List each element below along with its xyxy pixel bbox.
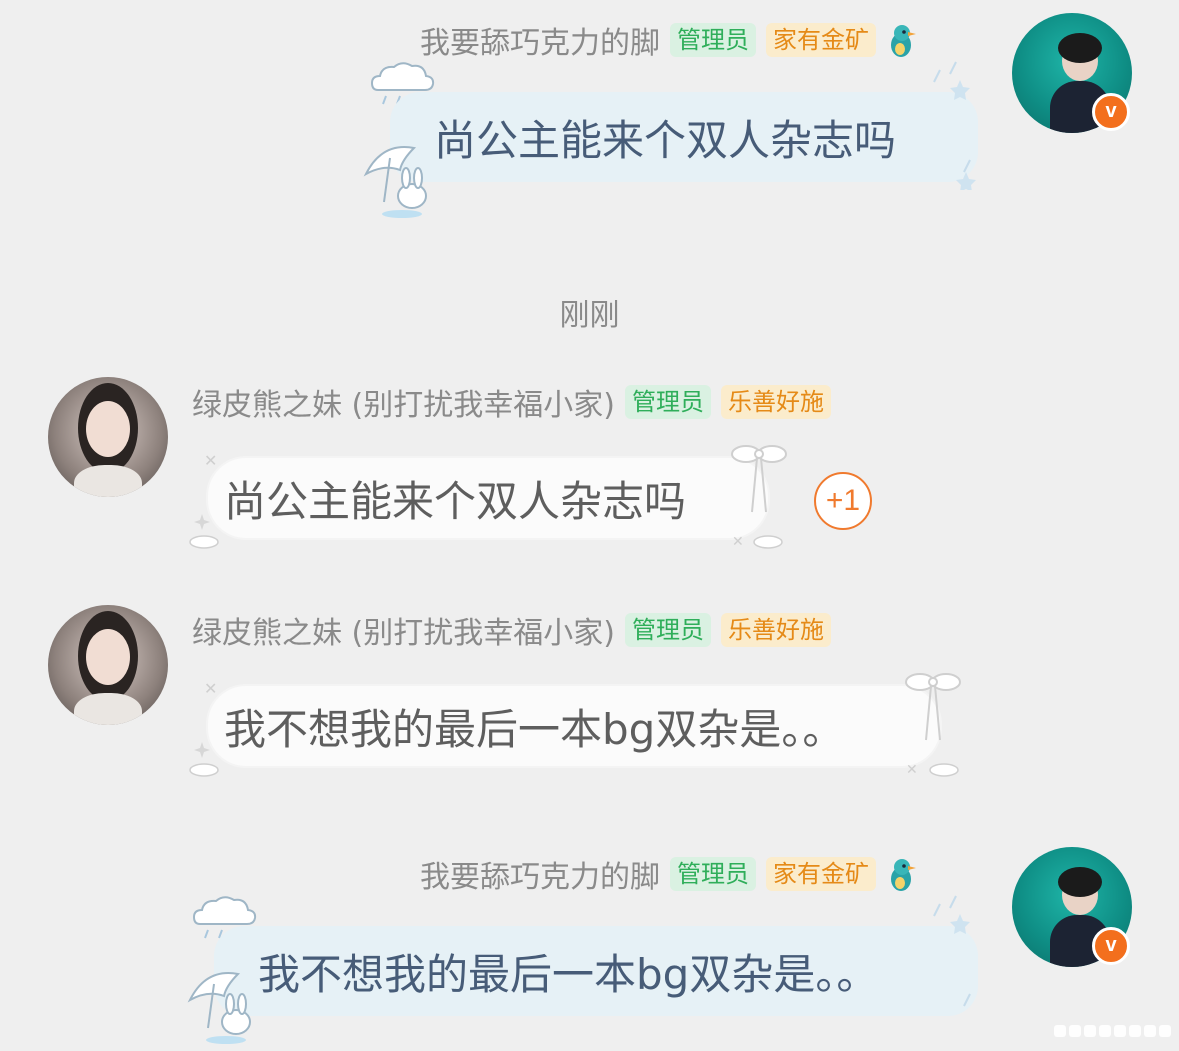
bow-ribbon-icon: ✕ bbox=[904, 668, 974, 782]
svg-text:✕: ✕ bbox=[204, 451, 217, 470]
svg-text:✕: ✕ bbox=[906, 762, 918, 778]
message-text: 我不想我的最后一本bg双杂是。。 bbox=[224, 704, 845, 754]
avatar[interactable] bbox=[48, 605, 168, 725]
message-bubble[interactable]: 尚公主能来个双人杂志吗 bbox=[208, 458, 768, 538]
charity-tag[interactable]: 乐善好施 bbox=[720, 385, 831, 419]
message-text: 我不想我的最后一本bg双杂是。。 bbox=[258, 949, 879, 999]
message-text: 尚公主能来个双人杂志吗 bbox=[434, 115, 897, 165]
message-text: 尚公主能来个双人杂志吗 bbox=[224, 476, 687, 526]
sender-name[interactable]: 我要舔巧克力的脚 bbox=[420, 852, 660, 896]
umbrella-bunny-icon bbox=[186, 966, 266, 1050]
admin-tag[interactable]: 管理员 bbox=[670, 857, 756, 891]
sender-line: 我要舔巧克力的脚 管理员 家有金矿 bbox=[420, 18, 916, 62]
message-bubble[interactable]: 我不想我的最后一本bg双杂是。。 bbox=[214, 926, 978, 1016]
sparkle-icon: ✕ bbox=[188, 450, 238, 554]
sender-line: 绿皮熊之妹 (别打扰我幸福小家) 管理员 乐善好施 bbox=[192, 608, 831, 652]
verified-badge: v bbox=[1092, 93, 1130, 131]
plus-one-button[interactable]: +1 bbox=[814, 472, 872, 530]
sender-name[interactable]: 绿皮熊之妹 (别打扰我幸福小家) bbox=[192, 380, 615, 424]
gold-mine-tag[interactable]: 家有金矿 bbox=[766, 23, 876, 57]
timestamp: 刚刚 bbox=[559, 298, 620, 333]
sender-name[interactable]: 我要舔巧克力的脚 bbox=[420, 18, 660, 62]
message-bubble[interactable]: 我不想我的最后一本bg双杂是。。 bbox=[208, 686, 940, 766]
svg-text:✕: ✕ bbox=[732, 534, 744, 550]
avatar[interactable] bbox=[48, 377, 168, 497]
sender-line: 我要舔巧克力的脚 管理员 家有金矿 bbox=[420, 852, 916, 896]
kingfisher-icon bbox=[886, 857, 916, 891]
sender-line: 绿皮熊之妹 (别打扰我幸福小家) 管理员 乐善好施 bbox=[192, 380, 831, 424]
admin-tag[interactable]: 管理员 bbox=[670, 23, 756, 57]
rain-streak-icon bbox=[930, 60, 990, 194]
verified-badge: v bbox=[1092, 927, 1130, 965]
charity-tag[interactable]: 乐善好施 bbox=[720, 613, 831, 647]
rain-streak-icon bbox=[930, 894, 990, 1028]
admin-tag[interactable]: 管理员 bbox=[624, 613, 711, 647]
bow-ribbon-icon: ✕ bbox=[730, 440, 800, 554]
admin-tag[interactable]: 管理员 bbox=[624, 385, 711, 419]
umbrella-bunny-icon bbox=[362, 140, 442, 224]
message-bubble[interactable]: 尚公主能来个双人杂志吗 bbox=[390, 92, 978, 182]
kingfisher-icon bbox=[886, 23, 916, 57]
sparkle-icon: ✕ bbox=[188, 678, 238, 782]
sender-name[interactable]: 绿皮熊之妹 (别打扰我幸福小家) bbox=[192, 608, 615, 652]
watermark bbox=[1054, 1025, 1171, 1037]
gold-mine-tag[interactable]: 家有金矿 bbox=[766, 857, 876, 891]
svg-text:✕: ✕ bbox=[204, 679, 217, 698]
